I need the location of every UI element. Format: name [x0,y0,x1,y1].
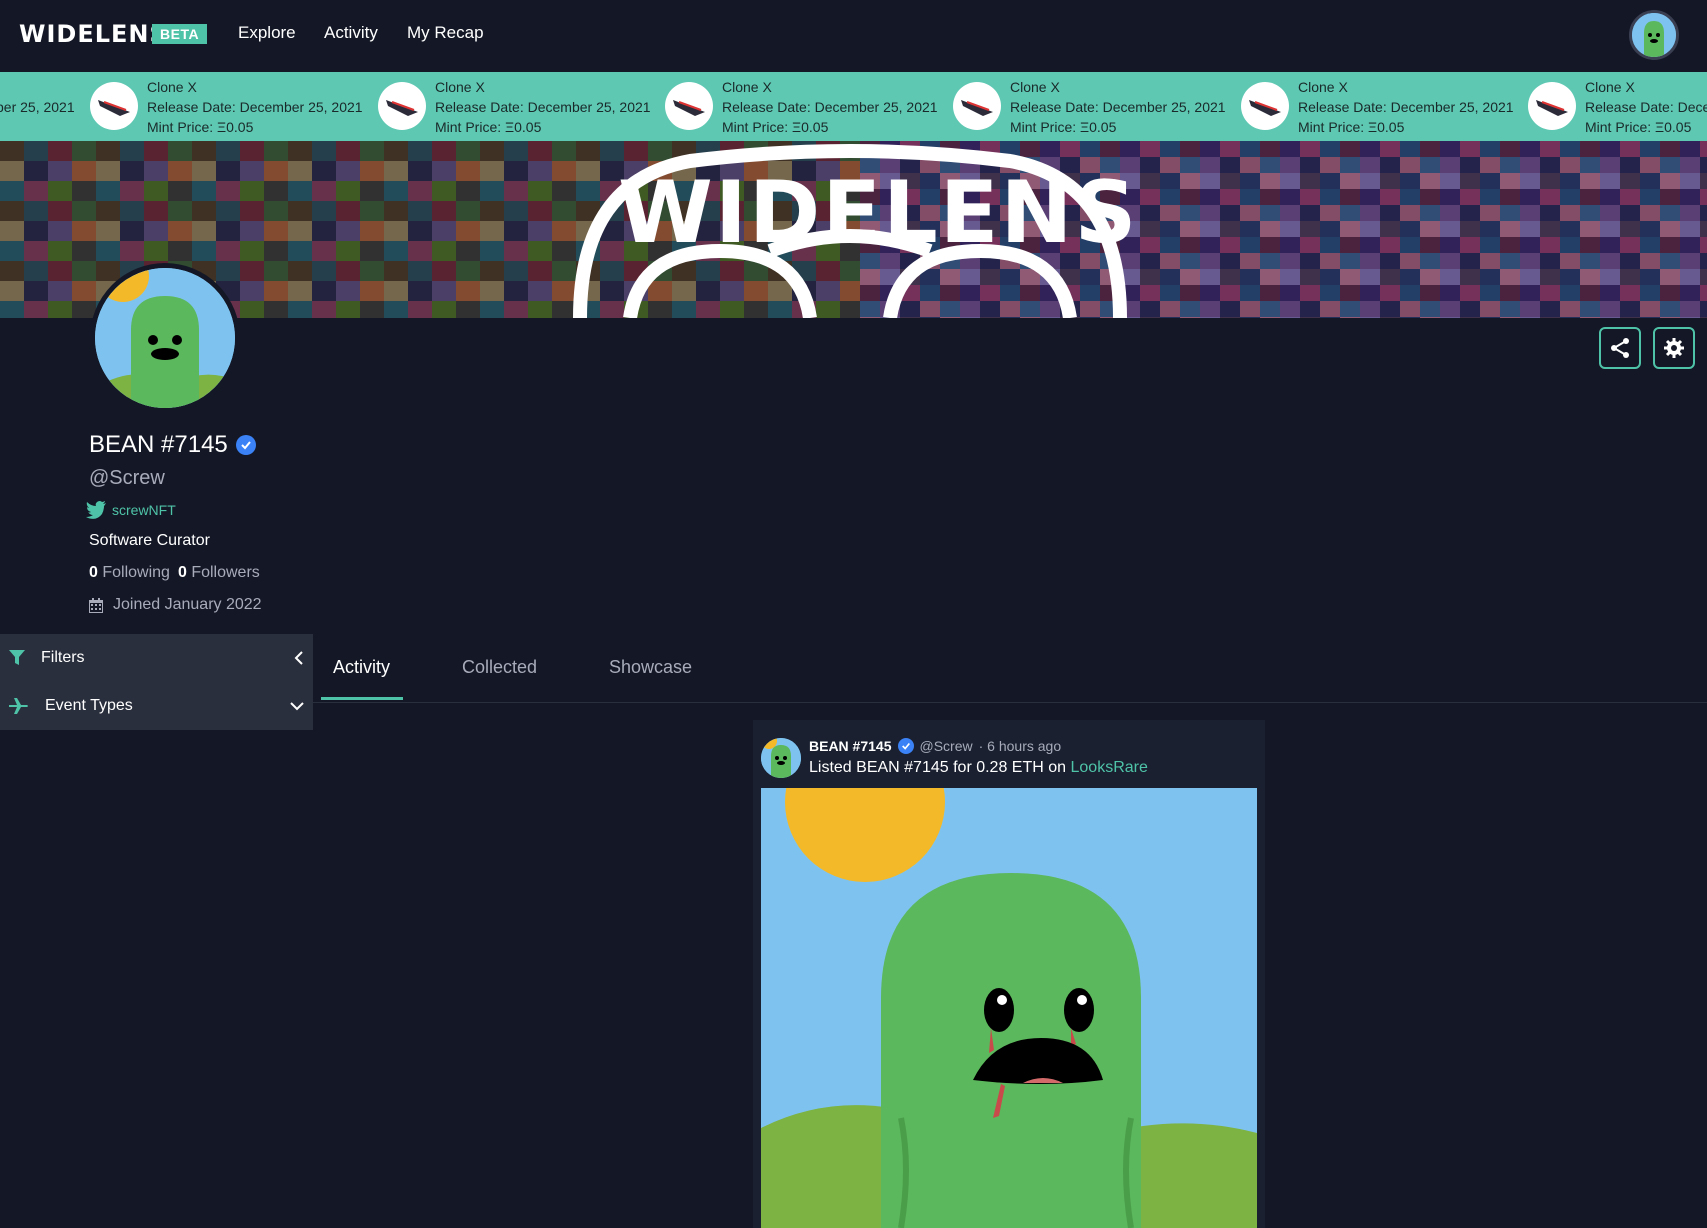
nft-image[interactable] [761,788,1257,1228]
ticker-mint: Mint Price: Ξ0.05 [1010,119,1117,135]
clone-x-logo-icon [1528,82,1576,130]
activity-avatar[interactable] [761,738,801,778]
ticker-release: Release Date: Dece [1585,99,1707,115]
profile-avatar [90,263,240,413]
top-navigation: WIDELENS BETA Explore Activity My Recap [0,0,1707,72]
ticker-mint: Mint Price: Ξ0.05 [1298,119,1405,135]
airplane-icon [9,698,28,714]
ticker-name: Clone X [147,79,197,95]
share-button[interactable] [1599,327,1641,369]
calendar-icon [89,597,103,613]
ticker-name: Clone X [1298,79,1348,95]
nav-my-recap-link[interactable]: My Recap [407,23,484,43]
twitter-link[interactable]: screwNFT [86,501,176,519]
active-tab-indicator [321,697,403,700]
ticker-mint: Mint Price: Ξ0.05 [1585,119,1692,135]
followers-label: Followers [191,564,260,581]
ticker-release: Release Date: December 25, 2021 [1010,99,1226,115]
event-types-filter[interactable]: Event Types [0,682,313,730]
marketplace-link[interactable]: LooksRare [1071,759,1148,776]
banner-logo-text: WIDELENS [618,163,1139,263]
nav-explore-link[interactable]: Explore [238,23,296,43]
tabs-divider [313,702,1707,703]
activity-header: BEAN #7145 @Screw · 6 hours ago [809,738,1061,754]
following-label: Following [102,564,170,581]
user-avatar-button[interactable] [1629,10,1679,60]
ticker-release: Release Date: December 25, 2021 [1298,99,1514,115]
activity-handle[interactable]: @Screw [920,738,973,754]
verified-icon [897,738,914,754]
follow-stats: 0 Following 0 Followers [89,564,260,582]
ticker-mint: Mint Price: Ξ0.05 [722,119,829,135]
ticker-release: Release Date: December 25, 2021 [147,99,363,115]
gear-icon [1664,338,1684,358]
ticker-name: Clone X [1585,79,1635,95]
clone-x-logo-icon [90,82,138,130]
tab-showcase[interactable]: Showcase [609,657,692,678]
filter-icon [9,650,25,665]
chevron-down-icon [290,702,304,711]
clone-x-logo-icon [953,82,1001,130]
ticker-release: Release Date: December 25, 2021 [435,99,651,115]
followers-count: 0 [177,564,187,581]
ticker-fragment: ber 25, 2021 [0,99,75,115]
beta-badge: BETA [152,24,208,44]
profile-handle: @Screw [89,467,165,489]
profile-banner: WIDELENS [0,141,1707,318]
twitter-handle: screwNFT [112,502,176,518]
joined-row: Joined January 2022 [89,596,262,614]
nav-activity-link[interactable]: Activity [324,23,378,43]
ticker-name: Clone X [722,79,772,95]
profile-name-row: BEAN #7145 [89,431,256,459]
activity-time: · 6 hours ago [978,738,1062,754]
settings-button[interactable] [1653,327,1695,369]
followers-link[interactable]: 0 Followers [178,564,260,582]
tab-collected[interactable]: Collected [462,657,537,678]
activity-card: BEAN #7145 @Screw · 6 hours ago Listed B… [753,720,1265,1228]
filters-sidebar: Filters Event Types [0,634,313,730]
tab-activity[interactable]: Activity [333,657,390,678]
clone-x-logo-icon [378,82,426,130]
filters-label: Filters [41,649,85,666]
clone-x-logo-icon [1241,82,1289,130]
drops-ticker: ber 25, 2021 Clone X Release Date: Decem… [0,72,1707,141]
filters-header[interactable]: Filters [0,634,313,682]
verified-icon [235,435,256,455]
twitter-icon [86,501,106,519]
ticker-release: Release Date: December 25, 2021 [722,99,938,115]
following-count: 0 [89,564,98,581]
activity-description: Listed BEAN #7145 for 0.28 ETH on LooksR… [809,759,1148,777]
event-types-label: Event Types [45,697,133,714]
widelens-logo[interactable]: WIDELENS [19,20,168,48]
ticker-name: Clone X [435,79,485,95]
ticker-mint: Mint Price: Ξ0.05 [435,119,542,135]
activity-desc-text: Listed BEAN #7145 for 0.28 ETH on [809,759,1067,776]
following-link[interactable]: 0 Following [89,564,170,582]
profile-name: BEAN #7145 [89,431,228,458]
profile-bio: Software Curator [89,532,210,549]
ticker-name: Clone X [1010,79,1060,95]
clone-x-logo-icon [665,82,713,130]
collapse-chevron-left-icon[interactable] [294,651,304,665]
activity-name[interactable]: BEAN #7145 [809,738,892,754]
ticker-mint: Mint Price: Ξ0.05 [147,119,254,135]
share-icon [1611,338,1629,358]
joined-text: Joined January 2022 [113,596,262,613]
